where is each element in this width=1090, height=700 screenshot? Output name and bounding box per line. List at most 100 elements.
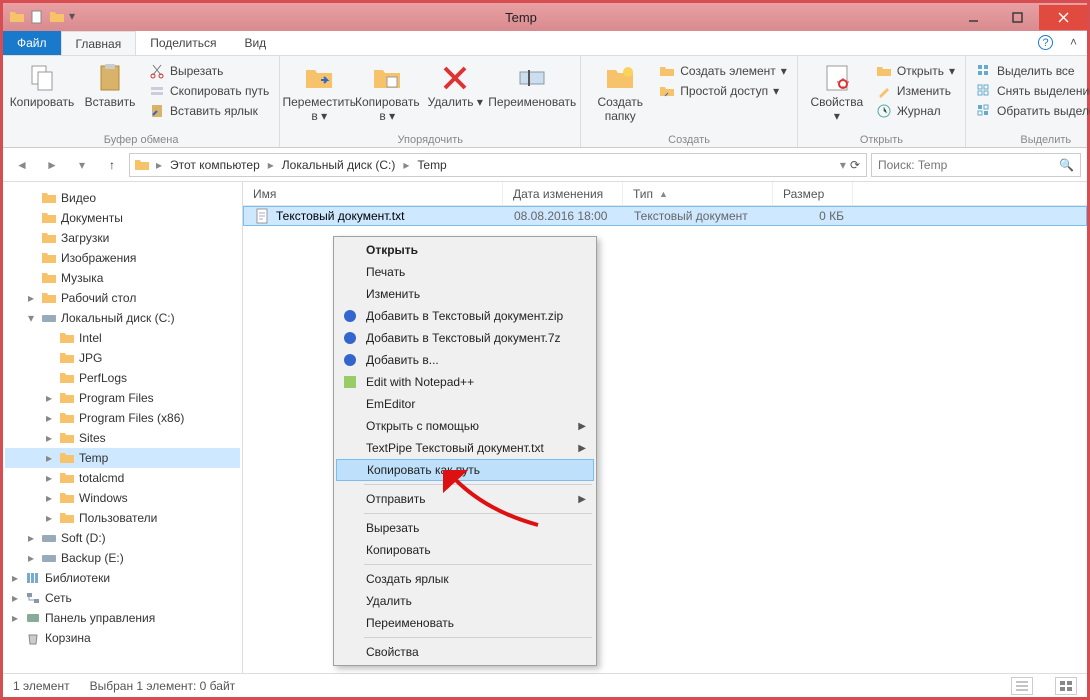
ctx-print[interactable]: Печать: [336, 261, 594, 283]
copy-to-button[interactable]: Копировать в ▾: [354, 58, 420, 124]
tree-folder[interactable]: ▸Windows: [5, 488, 240, 508]
tree-folder[interactable]: ▸Sites: [5, 428, 240, 448]
cut-button[interactable]: Вырезать: [145, 62, 273, 80]
delete-button[interactable]: Удалить ▾: [422, 58, 488, 110]
tree-downloads[interactable]: Загрузки: [5, 228, 240, 248]
col-name[interactable]: Имя: [243, 182, 503, 205]
new-item-button[interactable]: Создать элемент ▾: [655, 62, 791, 80]
ctx-delete[interactable]: Удалить: [336, 590, 594, 612]
select-all-button[interactable]: Выделить все: [972, 62, 1090, 80]
tree-backup-e[interactable]: ▸Backup (E:): [5, 548, 240, 568]
status-count: 1 элемент: [13, 679, 70, 693]
ribbon: Копировать Вставить Вырезать Скопировать…: [3, 56, 1087, 148]
back-button[interactable]: ◄: [9, 152, 35, 178]
tree-recycle[interactable]: Корзина: [5, 628, 240, 648]
ctx-npp[interactable]: Edit with Notepad++: [336, 371, 594, 393]
forward-button[interactable]: ►: [39, 152, 65, 178]
rename-button[interactable]: Переименовать: [490, 58, 574, 110]
up-button[interactable]: ↑: [99, 152, 125, 178]
ctx-textpipe[interactable]: TextPipe Текстовый документ.txt▶: [336, 437, 594, 459]
move-to-button[interactable]: Переместить в ▾: [286, 58, 352, 124]
copy-path-button[interactable]: Скопировать путь: [145, 82, 273, 100]
tab-view[interactable]: Вид: [230, 31, 280, 55]
tree-folder[interactable]: Intel: [5, 328, 240, 348]
select-none-button[interactable]: Снять выделение: [972, 82, 1090, 100]
tree-pictures[interactable]: Изображения: [5, 248, 240, 268]
ctx-properties[interactable]: Свойства: [336, 641, 594, 663]
ctx-copy-as-path[interactable]: Копировать как путь: [336, 459, 594, 481]
tree-drive-c[interactable]: ▾Локальный диск (C:): [5, 308, 240, 328]
ctx-copy[interactable]: Копировать: [336, 539, 594, 561]
window-title: Temp: [91, 10, 951, 25]
copy-button[interactable]: Копировать: [9, 58, 75, 110]
crumb-this-pc[interactable]: Этот компьютер: [166, 158, 264, 172]
tree-folder[interactable]: JPG: [5, 348, 240, 368]
ctx-cut[interactable]: Вырезать: [336, 517, 594, 539]
tab-share[interactable]: Поделиться: [136, 31, 230, 55]
new-doc-icon[interactable]: [29, 9, 45, 25]
ctx-add-to[interactable]: Добавить в...: [336, 349, 594, 371]
file-row[interactable]: Текстовый документ.txt 08.08.2016 18:00 …: [243, 206, 1087, 226]
address-bar: ◄ ► ▾ ↑ ▸ Этот компьютер ▸ Локальный дис…: [3, 148, 1087, 182]
ctx-rename[interactable]: Переименовать: [336, 612, 594, 634]
tree-network[interactable]: ▸Сеть: [5, 588, 240, 608]
ctx-add-zip[interactable]: Добавить в Текстовый документ.zip: [336, 305, 594, 327]
recent-locations-button[interactable]: ▾: [69, 152, 95, 178]
close-button[interactable]: [1039, 5, 1087, 30]
tree-documents[interactable]: Документы: [5, 208, 240, 228]
invert-selection-button[interactable]: Обратить выделение: [972, 102, 1090, 120]
tree-videos[interactable]: Видео: [5, 188, 240, 208]
ctx-send-to[interactable]: Отправить▶: [336, 488, 594, 510]
search-input[interactable]: [878, 158, 1053, 172]
crumb-drive[interactable]: Локальный диск (C:): [278, 158, 400, 172]
ctx-open-with[interactable]: Открыть с помощью▶: [336, 415, 594, 437]
crumb-folder[interactable]: Temp: [413, 158, 450, 172]
new-folder-button[interactable]: Создать папку: [587, 58, 653, 124]
nav-tree[interactable]: Видео Документы Загрузки Изображения Муз…: [3, 182, 243, 673]
history-button[interactable]: Журнал: [872, 102, 959, 120]
ctx-emeditor[interactable]: EmEditor: [336, 393, 594, 415]
tree-folder[interactable]: ▸Пользователи: [5, 508, 240, 528]
tab-home[interactable]: Главная: [61, 31, 137, 55]
ctx-edit[interactable]: Изменить: [336, 283, 594, 305]
address-dropdown-icon[interactable]: ▾: [840, 158, 846, 172]
refresh-icon[interactable]: ⟳: [850, 158, 860, 172]
paste-button[interactable]: Вставить: [77, 58, 143, 110]
file-pane: Имя Дата изменения Тип▲ Размер Текстовый…: [243, 182, 1087, 673]
open-button[interactable]: Открыть ▾: [872, 62, 959, 80]
tree-folder[interactable]: ▸totalcmd: [5, 468, 240, 488]
tree-folder[interactable]: ▸Temp: [5, 448, 240, 468]
context-menu: Открыть Печать Изменить Добавить в Текст…: [333, 236, 597, 666]
tree-control-panel[interactable]: ▸Панель управления: [5, 608, 240, 628]
chevron-down-icon[interactable]: ▾: [69, 9, 85, 25]
tree-folder[interactable]: ▸Program Files (x86): [5, 408, 240, 428]
paste-shortcut-button[interactable]: Вставить ярлык: [145, 102, 273, 120]
tree-folder[interactable]: ▸Program Files: [5, 388, 240, 408]
breadcrumb[interactable]: ▸ Этот компьютер ▸ Локальный диск (C:) ▸…: [129, 153, 867, 177]
ctx-add-7z[interactable]: Добавить в Текстовый документ.7z: [336, 327, 594, 349]
tree-desktop[interactable]: ▸Рабочий стол: [5, 288, 240, 308]
maximize-button[interactable]: [995, 5, 1039, 30]
edit-button[interactable]: Изменить: [872, 82, 959, 100]
minimize-button[interactable]: [951, 5, 995, 30]
tree-libraries[interactable]: ▸Библиотеки: [5, 568, 240, 588]
easy-access-button[interactable]: Простой доступ ▾: [655, 82, 791, 100]
view-icons-button[interactable]: [1055, 677, 1077, 695]
search-box[interactable]: 🔍: [871, 153, 1081, 177]
view-details-button[interactable]: [1011, 677, 1033, 695]
qat-folder-icon[interactable]: [49, 9, 65, 25]
col-type[interactable]: Тип▲: [623, 182, 773, 205]
ctx-open[interactable]: Открыть: [336, 239, 594, 261]
tab-file[interactable]: Файл: [3, 31, 61, 55]
group-select-label: Выделить: [972, 132, 1090, 146]
col-size[interactable]: Размер: [773, 182, 853, 205]
help-icon[interactable]: ?: [1038, 35, 1053, 50]
tree-folder[interactable]: PerfLogs: [5, 368, 240, 388]
ctx-create-shortcut[interactable]: Создать ярлык: [336, 568, 594, 590]
col-date[interactable]: Дата изменения: [503, 182, 623, 205]
collapse-ribbon-icon[interactable]: ˄: [1070, 35, 1077, 49]
tree-music[interactable]: Музыка: [5, 268, 240, 288]
group-organize-label: Упорядочить: [286, 132, 574, 146]
tree-soft-d[interactable]: ▸Soft (D:): [5, 528, 240, 548]
properties-button[interactable]: Свойства ▾: [804, 58, 870, 124]
